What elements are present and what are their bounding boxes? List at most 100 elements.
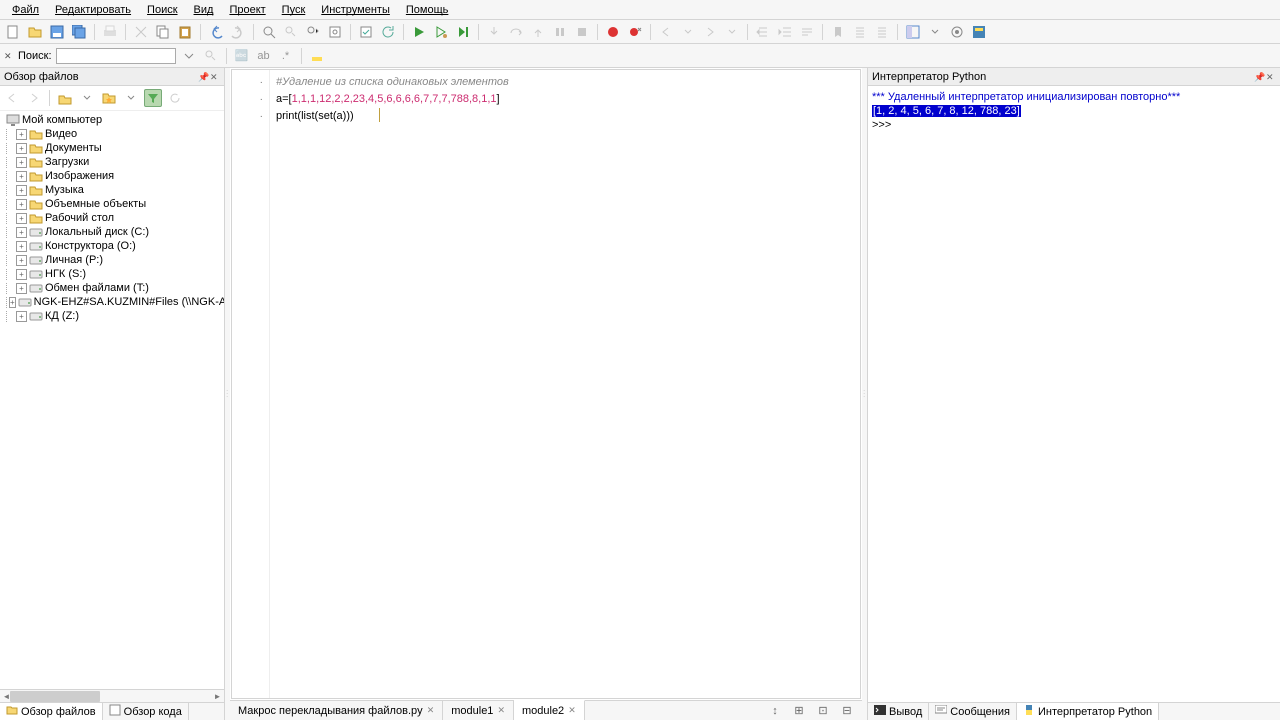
nav-back-icon[interactable] xyxy=(3,89,21,107)
print-icon[interactable] xyxy=(101,23,119,41)
tree-node[interactable]: +Видео xyxy=(2,127,222,141)
step-over-icon[interactable] xyxy=(507,23,525,41)
close-tab-icon[interactable]: ✕ xyxy=(427,705,435,716)
search-dropdown-icon[interactable] xyxy=(180,47,198,65)
tree-node[interactable]: +NGK-EHZ#SA.KUZMIN#Files (\\NGK-AS-0 xyxy=(2,295,222,309)
cut-icon[interactable] xyxy=(132,23,150,41)
tab-code-browser[interactable]: Обзор кода xyxy=(103,703,189,720)
indent-icon[interactable] xyxy=(754,23,772,41)
expand-icon[interactable]: + xyxy=(16,129,27,140)
editor-tab-module2[interactable]: module2 ✕ xyxy=(514,700,585,720)
bookmark-prev-icon[interactable] xyxy=(851,23,869,41)
check-syntax-icon[interactable] xyxy=(357,23,375,41)
search-next-icon[interactable] xyxy=(202,47,220,65)
paste-icon[interactable] xyxy=(176,23,194,41)
splitter-right[interactable]: ··· xyxy=(862,68,867,720)
step-into-icon[interactable] xyxy=(485,23,503,41)
close-tab-icon[interactable]: ✕ xyxy=(497,705,505,716)
menu-help[interactable]: Помощь xyxy=(398,2,457,18)
search-regex-icon[interactable]: .* xyxy=(277,47,295,65)
tree-node[interactable]: +Изображения xyxy=(2,169,222,183)
pin-icon[interactable]: 📌 xyxy=(198,72,208,82)
search-word-icon[interactable]: ab xyxy=(255,47,273,65)
new-file-icon[interactable] xyxy=(4,23,22,41)
expand-icon[interactable]: + xyxy=(16,311,27,322)
nav-fwd-icon[interactable] xyxy=(701,23,719,41)
scroll-right-icon[interactable]: ► xyxy=(211,690,224,703)
tree-node[interactable]: +Обмен файлами (T:) xyxy=(2,281,222,295)
expand-icon[interactable]: + xyxy=(16,213,27,224)
scroll-thumb[interactable] xyxy=(10,691,100,702)
editor-tab-module1[interactable]: module1 ✕ xyxy=(443,701,514,720)
undo-icon[interactable] xyxy=(207,23,225,41)
replace-icon[interactable] xyxy=(304,23,322,41)
menu-run[interactable]: Пуск xyxy=(274,2,314,18)
nav-back-icon[interactable] xyxy=(657,23,675,41)
tree-root[interactable]: Мой компьютер xyxy=(2,113,222,127)
tab-interpreter[interactable]: Интерпретатор Python xyxy=(1017,703,1159,720)
comment-icon[interactable] xyxy=(798,23,816,41)
save-all-icon[interactable] xyxy=(70,23,88,41)
menu-project[interactable]: Проект xyxy=(221,2,273,18)
stop-icon[interactable] xyxy=(573,23,591,41)
line-endings-icon[interactable]: ↕ xyxy=(766,702,784,720)
expand-icon[interactable]: + xyxy=(16,255,27,266)
redo-icon[interactable] xyxy=(229,23,247,41)
favorites-drop-icon[interactable] xyxy=(122,89,140,107)
tree-node[interactable]: +КД (Z:) xyxy=(2,309,222,323)
expand-icon[interactable]: + xyxy=(16,185,27,196)
favorites-icon[interactable] xyxy=(100,89,118,107)
splitter-left[interactable]: ··· xyxy=(225,68,230,720)
refresh-tree-icon[interactable] xyxy=(166,89,184,107)
save-icon[interactable] xyxy=(48,23,66,41)
find-icon[interactable] xyxy=(260,23,278,41)
options-icon[interactable] xyxy=(948,23,966,41)
expand-icon[interactable]: + xyxy=(16,269,27,280)
editor-content[interactable]: #Удаление из списка одинаковых элементов… xyxy=(270,70,860,698)
menu-file[interactable]: Файл xyxy=(4,2,47,18)
tab-output[interactable]: Вывод xyxy=(868,703,929,720)
editor-tab-macro[interactable]: Макрос перекладывания файлов.py ✕ xyxy=(230,701,443,720)
code-editor[interactable]: · · · #Удаление из списка одинаковых эле… xyxy=(231,69,861,699)
tab-messages[interactable]: Сообщения xyxy=(929,703,1017,720)
dedent-icon[interactable] xyxy=(776,23,794,41)
tree-node[interactable]: +Документы xyxy=(2,141,222,155)
step-out-icon[interactable] xyxy=(529,23,547,41)
encoding-icon[interactable]: ⊞ xyxy=(790,702,808,720)
tree-scrollbar[interactable]: ◄ ► xyxy=(0,689,224,702)
insert-mode-icon[interactable]: ⊟ xyxy=(838,702,856,720)
expand-icon[interactable]: + xyxy=(16,171,27,182)
layout-drop-icon[interactable] xyxy=(926,23,944,41)
pin-icon[interactable]: 📌 xyxy=(1254,72,1264,82)
tree-node[interactable]: +Загрузки xyxy=(2,155,222,169)
expand-icon[interactable]: + xyxy=(16,157,27,168)
tab-file-browser[interactable]: Обзор файлов xyxy=(0,703,103,720)
close-icon[interactable]: ✕ xyxy=(1266,72,1276,82)
menu-view[interactable]: Вид xyxy=(186,2,222,18)
tree-node[interactable]: +Объемные объекты xyxy=(2,197,222,211)
close-search-icon[interactable]: ✕ xyxy=(4,51,14,61)
nav-fwd-drop-icon[interactable] xyxy=(723,23,741,41)
console-prompt[interactable]: >>> xyxy=(872,118,1276,132)
expand-icon[interactable]: + xyxy=(16,199,27,210)
open-folder-icon[interactable] xyxy=(26,23,44,41)
tree-node[interactable]: +Личная (P:) xyxy=(2,253,222,267)
expand-icon[interactable]: + xyxy=(16,283,27,294)
search-case-icon[interactable]: 🔤 xyxy=(233,47,251,65)
pause-icon[interactable] xyxy=(551,23,569,41)
refresh-icon[interactable] xyxy=(379,23,397,41)
expand-icon[interactable]: + xyxy=(16,227,27,238)
folder-drop-icon[interactable] xyxy=(78,89,96,107)
tree-node[interactable]: +Музыка xyxy=(2,183,222,197)
find-next-icon[interactable] xyxy=(282,23,300,41)
close-icon[interactable]: ✕ xyxy=(210,72,220,82)
nav-fwd-icon[interactable] xyxy=(25,89,43,107)
clear-breakpoints-icon[interactable] xyxy=(626,23,644,41)
debug-icon[interactable] xyxy=(432,23,450,41)
bookmark-icon[interactable] xyxy=(829,23,847,41)
expand-icon[interactable]: + xyxy=(9,297,16,308)
position-icon[interactable]: ⊡ xyxy=(814,702,832,720)
close-tab-icon[interactable]: ✕ xyxy=(568,705,576,716)
find-in-files-icon[interactable] xyxy=(326,23,344,41)
nav-back-drop-icon[interactable] xyxy=(679,23,697,41)
